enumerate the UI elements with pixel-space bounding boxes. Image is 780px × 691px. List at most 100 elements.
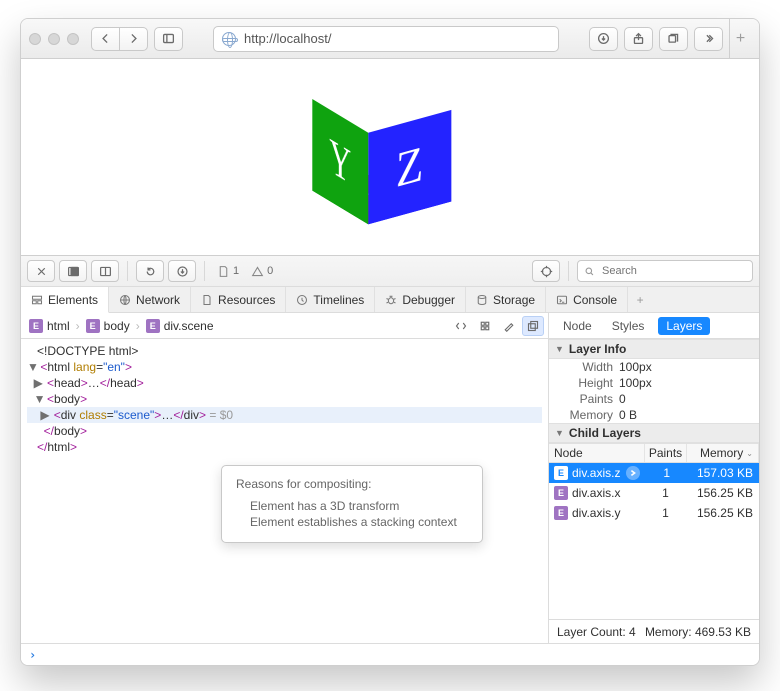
section-child-layers[interactable]: ▼ Child Layers — [549, 423, 759, 443]
row-paints: 1 — [645, 506, 687, 520]
download-button[interactable] — [168, 260, 196, 282]
element-badge-icon: E — [86, 319, 100, 333]
dom-selected-node[interactable]: ▶ <div class="scene">…</div> = $0 — [27, 407, 542, 423]
globe-icon — [222, 32, 236, 46]
table-row[interactable]: Ediv.axis.y 1 156.25 KB — [549, 503, 759, 523]
tab-resources[interactable]: Resources — [191, 287, 286, 312]
new-tab-button[interactable]: + — [729, 19, 751, 58]
dock-side-button[interactable] — [59, 260, 87, 282]
sidebar-tab-node[interactable]: Node — [557, 317, 598, 335]
row-memory: 156.25 KB — [687, 506, 759, 520]
info-height-label: Height — [557, 376, 613, 390]
disclosure-triangle-icon[interactable]: ▼ — [27, 359, 37, 375]
table-row[interactable]: Ediv.axis.z 1 157.03 KB — [549, 463, 759, 483]
section-layer-info-label: Layer Info — [569, 342, 626, 356]
tab-storage-label: Storage — [493, 293, 535, 307]
dom-doctype: <!DOCTYPE html> — [37, 344, 138, 358]
section-layer-info[interactable]: ▼Layer Info — [549, 339, 759, 359]
titlebar: + — [21, 19, 759, 59]
devtools-tabs: Elements Network Resources Timelines Deb… — [21, 287, 759, 313]
element-badge-icon: E — [554, 486, 568, 500]
element-picker-button[interactable] — [532, 260, 560, 282]
info-paints-value: 0 — [619, 392, 626, 406]
tab-storage[interactable]: Storage — [466, 287, 546, 312]
breadcrumb: Ehtml › Ebody › Ediv.scene — [21, 313, 548, 339]
disclosure-triangle-icon[interactable]: ▶ — [34, 375, 44, 391]
tab-debugger[interactable]: Debugger — [375, 287, 466, 312]
sidebar-tabs: Node Styles Layers — [549, 313, 759, 339]
downloads-button[interactable] — [589, 27, 618, 51]
row-node-name: div.axis.y — [572, 506, 620, 520]
tabs-button[interactable] — [659, 27, 688, 51]
toggle-split-button[interactable] — [91, 260, 119, 282]
forward-button[interactable] — [119, 27, 148, 51]
col-node[interactable]: Node — [549, 444, 645, 462]
url-input[interactable] — [242, 30, 550, 47]
paint-flashing-button[interactable] — [498, 316, 520, 336]
info-width-label: Width — [557, 360, 613, 374]
minimize-window-icon[interactable] — [48, 33, 60, 45]
compositing-borders-button[interactable] — [522, 316, 544, 336]
close-window-icon[interactable] — [29, 33, 41, 45]
crumb-div[interactable]: Ediv.scene — [142, 319, 218, 333]
tab-timelines[interactable]: Timelines — [286, 287, 375, 312]
zoom-window-icon[interactable] — [67, 33, 79, 45]
sidebar-tab-styles[interactable]: Styles — [606, 317, 651, 335]
tab-console[interactable]: Console — [546, 287, 628, 312]
search-input[interactable] — [600, 264, 746, 278]
crumb-html[interactable]: Ehtml — [25, 319, 74, 333]
reload-button[interactable] — [136, 260, 164, 282]
tab-add-button[interactable]: + — [628, 287, 652, 312]
error-count-value: 1 — [233, 265, 239, 277]
summary-memory: Memory: 469.53 KB — [645, 625, 751, 639]
crumb-body[interactable]: Ebody — [82, 319, 134, 333]
crumb-tools — [450, 316, 544, 336]
dom-dollar-zero: = $0 — [206, 408, 233, 422]
print-styles-button[interactable] — [474, 316, 496, 336]
details-sidebar: Node Styles Layers ▼Layer Info Width100p… — [549, 313, 759, 643]
traffic-lights — [29, 33, 79, 45]
overflow-button[interactable] — [694, 27, 723, 51]
close-devtools-button[interactable] — [27, 260, 55, 282]
warning-icon — [251, 265, 264, 278]
info-paints-label: Paints — [557, 392, 613, 406]
crumb-body-label: body — [104, 319, 130, 333]
col-paints[interactable]: Paints — [645, 444, 687, 462]
row-memory: 156.25 KB — [687, 486, 759, 500]
summary-layer-count: Layer Count: 4 — [557, 625, 636, 639]
table-row[interactable]: Ediv.axis.x 1 156.25 KB — [549, 483, 759, 503]
child-layers-header: Node Paints Memory⌄ — [549, 443, 759, 463]
section-child-layers-label: Child Layers — [569, 426, 641, 440]
tab-debugger-label: Debugger — [402, 293, 455, 307]
disclosure-triangle-icon[interactable]: ▼ — [34, 391, 44, 407]
col-memory[interactable]: Memory⌄ — [687, 444, 759, 462]
devtools-search[interactable] — [577, 260, 753, 282]
tab-network[interactable]: Network — [109, 287, 191, 312]
error-count[interactable]: 1 — [213, 265, 243, 278]
dom-tree[interactable]: <!DOCTYPE html> ▼ <html lang="en"> ▶ <he… — [21, 339, 548, 643]
tooltip-title: Reasons for compositing: — [236, 476, 468, 492]
cube-scene: Y Z X — [340, 89, 439, 226]
wrap-toggle-button[interactable] — [450, 316, 472, 336]
warning-count-value: 0 — [267, 265, 273, 277]
info-width-value: 100px — [619, 360, 652, 374]
row-memory: 157.03 KB — [688, 466, 759, 480]
chevron-right-icon: › — [136, 319, 140, 333]
share-button[interactable] — [624, 27, 653, 51]
sidebar-tab-layers[interactable]: Layers — [658, 317, 710, 335]
sidebar-toggle-button[interactable] — [154, 27, 183, 51]
tab-elements-label: Elements — [48, 293, 98, 307]
info-height-value: 100px — [619, 376, 652, 390]
address-bar[interactable] — [213, 26, 559, 52]
element-badge-icon: E — [554, 506, 568, 520]
devtools-body: Ehtml › Ebody › Ediv.scene <!DOCTYPE htm… — [21, 313, 759, 643]
cube-face-y: Y — [312, 99, 368, 224]
tab-elements[interactable]: Elements — [21, 287, 109, 313]
console-prompt[interactable]: › — [21, 643, 759, 665]
warning-count[interactable]: 0 — [247, 265, 277, 278]
disclosure-triangle-icon: ▼ — [555, 428, 564, 438]
disclosure-triangle-icon[interactable]: ▶ — [40, 407, 50, 423]
goto-element-icon[interactable] — [626, 466, 640, 480]
prompt-chevron-icon: › — [29, 648, 36, 662]
back-button[interactable] — [91, 27, 119, 51]
